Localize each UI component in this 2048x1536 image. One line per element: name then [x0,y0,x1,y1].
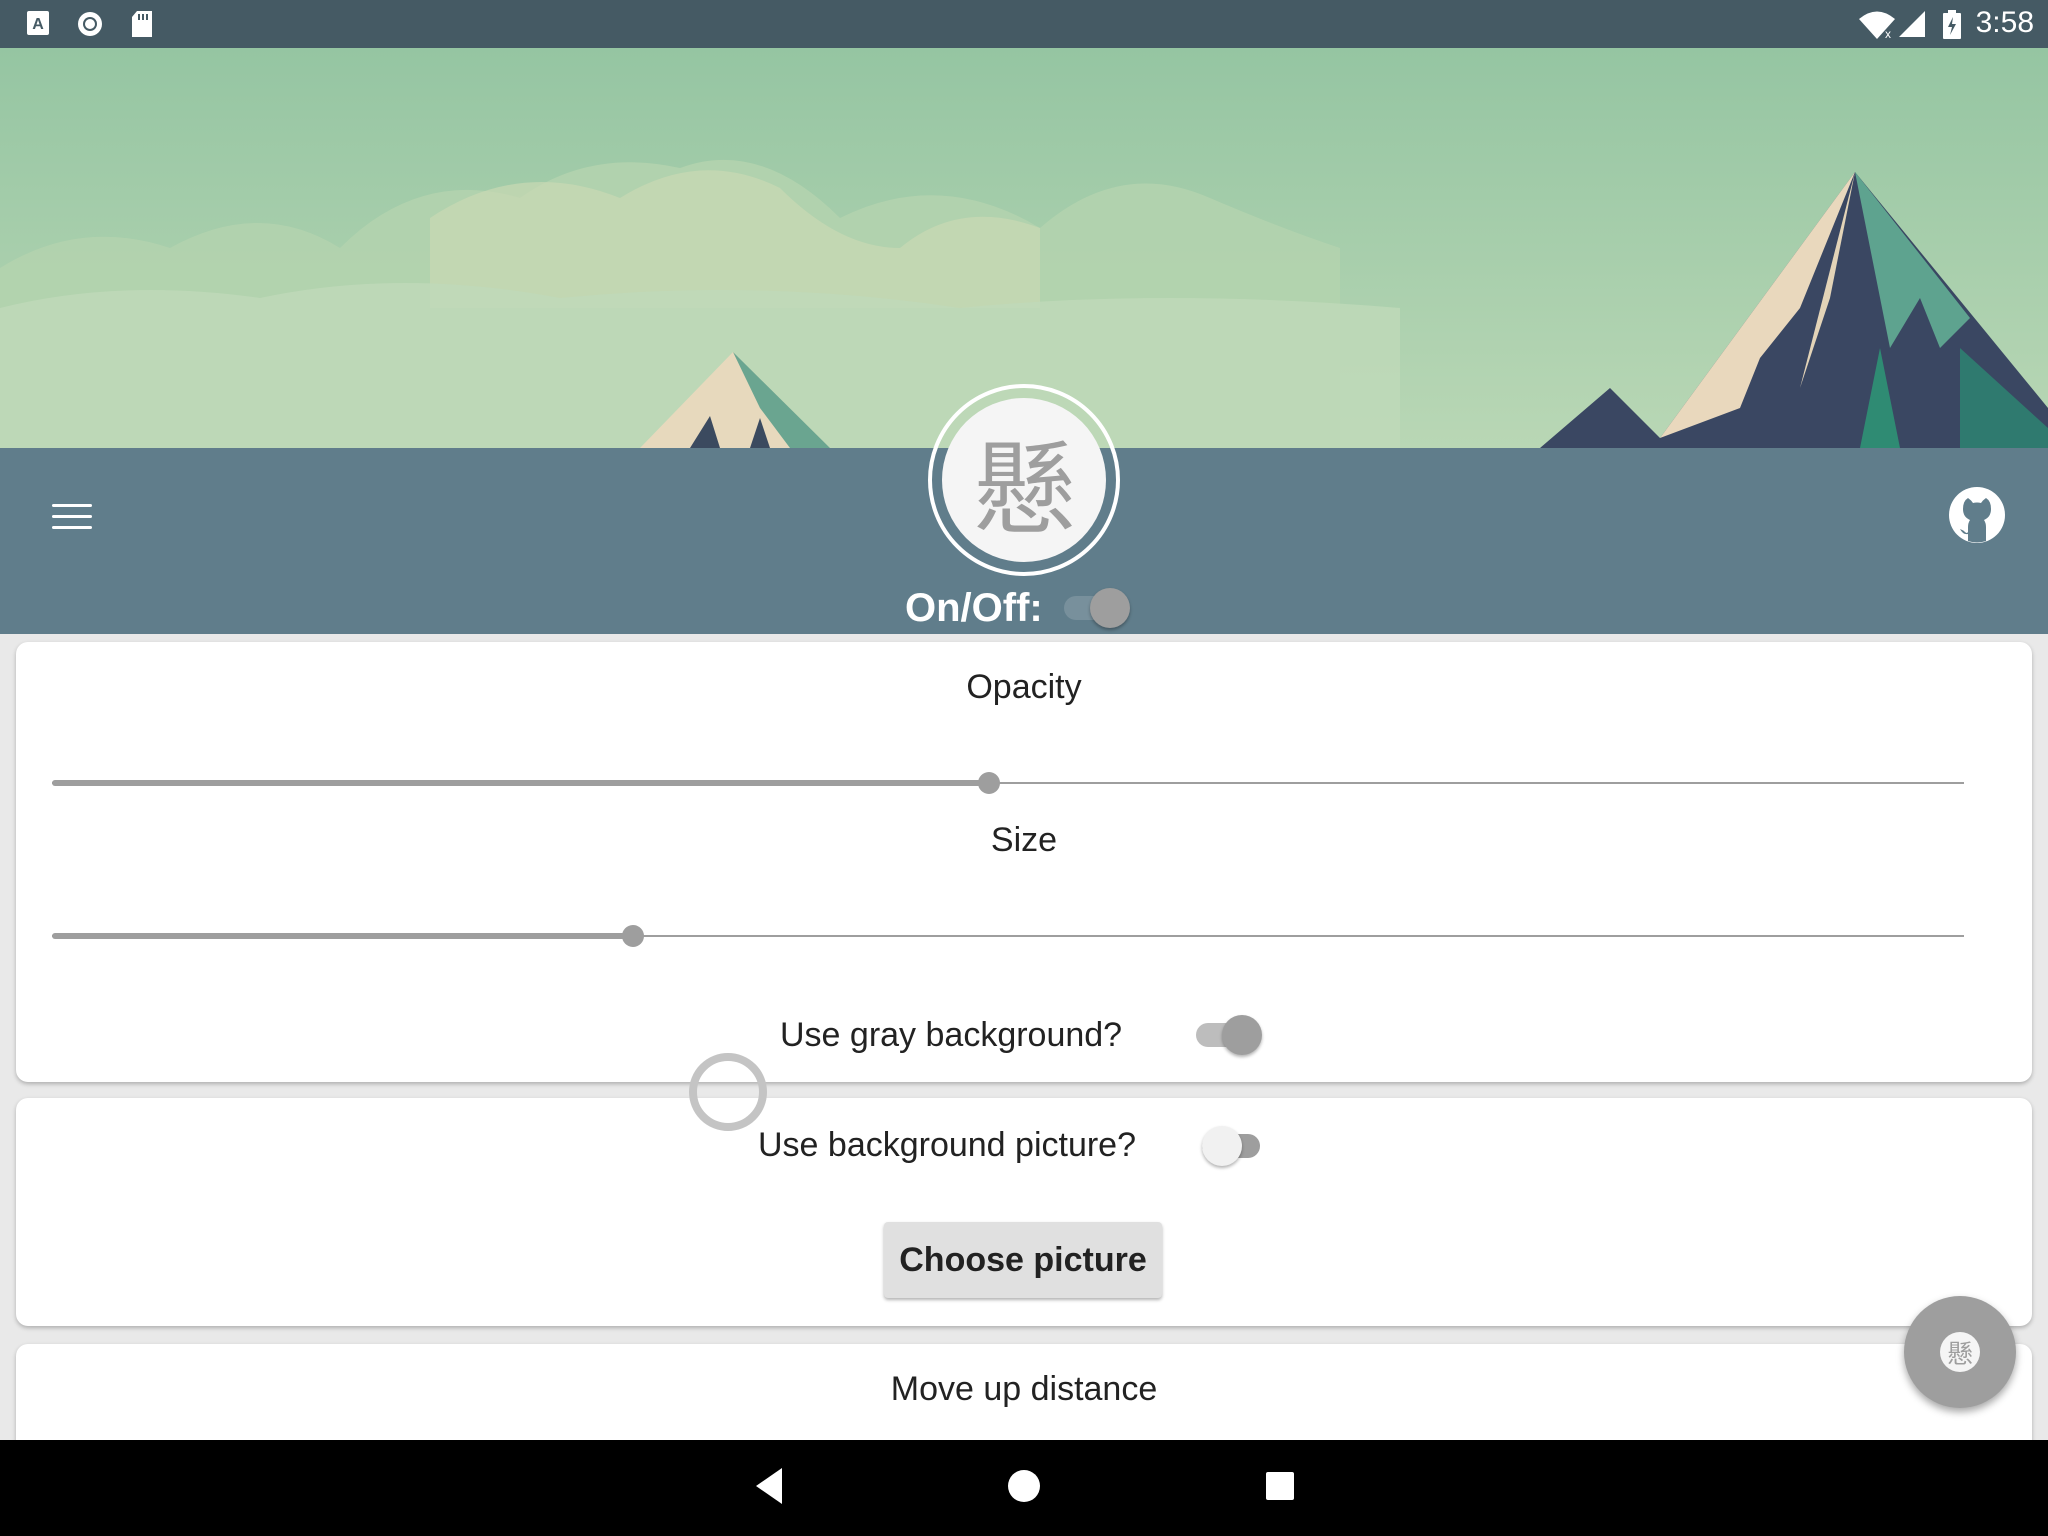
size-slider[interactable] [52,921,1964,951]
menu-icon-line [52,503,92,507]
github-icon [1949,487,2005,543]
recents-icon[interactable] [1260,1464,1300,1508]
slider-fill [52,780,989,786]
sd-card-icon [132,11,152,37]
onoff-label: On/Off: [905,586,1043,630]
onoff-switch[interactable] [1064,588,1130,628]
switch-thumb [1090,588,1130,628]
signal-icon [1899,11,1925,37]
slider-knob[interactable] [978,772,1000,794]
touch-indicator [689,1053,767,1131]
status-bar: A x 3:58 [0,0,2048,48]
slider-knob[interactable] [622,925,644,947]
svg-text:x: x [1885,27,1891,40]
choose-picture-button[interactable]: Choose picture [884,1222,1162,1298]
background-picture-switch[interactable] [1202,1126,1268,1166]
back-icon[interactable] [750,1464,790,1508]
github-button[interactable] [1946,484,2008,546]
opacity-title: Opacity [966,668,1082,706]
app-logo: 懸 [942,398,1106,562]
size-title: Size [990,821,1058,859]
switch-thumb [1222,1015,1262,1055]
battery-icon [1943,10,1961,39]
menu-icon-line [52,514,92,518]
slider-fill [52,933,633,939]
text-a-icon: A [27,11,49,35]
menu-icon-line [52,525,92,529]
floating-logo-button[interactable]: 懸 [1904,1296,2016,1408]
status-time: 3:58 [1975,6,2034,39]
home-icon[interactable] [1004,1464,1044,1508]
background-picture-label: Use background picture? [758,1126,1137,1164]
opacity-slider[interactable] [52,768,1964,798]
gray-background-label: Use gray background? [780,1016,1123,1054]
gray-background-switch[interactable] [1196,1015,1262,1055]
wifi-icon: x [1859,11,1895,40]
fab-logo-icon: 懸 [1940,1332,1980,1372]
menu-button[interactable] [44,488,100,544]
move-up-distance-title: Move up distance [890,1370,1158,1408]
navigation-bar [0,1440,2048,1536]
switch-thumb [1202,1126,1242,1166]
circle-record-icon [78,12,102,36]
svg-text:A: A [32,16,44,33]
